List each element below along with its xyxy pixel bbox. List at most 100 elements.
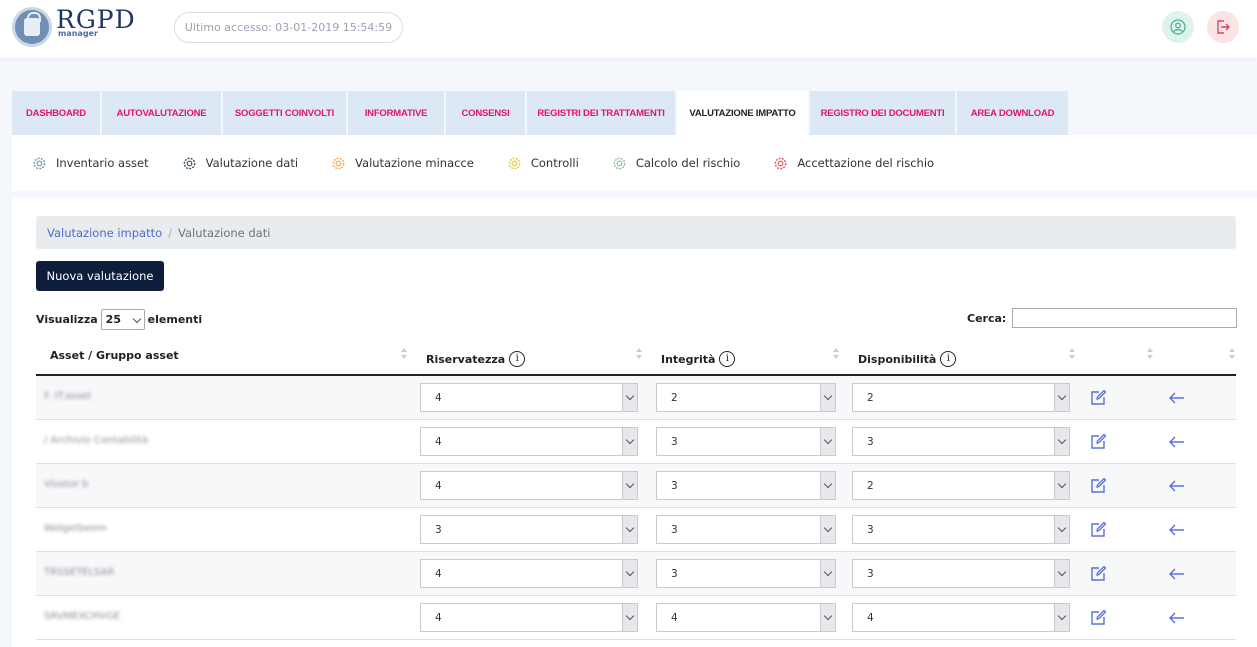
page-length-control: Visualizza 25 elementi	[36, 309, 202, 330]
sort-icon[interactable]	[636, 348, 642, 360]
subnav-valutazione-minacce[interactable]: Valutazione minacce	[331, 156, 474, 171]
asset-name: TRSSETELSAR	[44, 567, 115, 578]
edit-icon[interactable]	[1089, 565, 1107, 583]
gear-icon	[508, 157, 521, 169]
riservatezza-select[interactable]: 4	[420, 603, 638, 632]
asset-name: / Archivio Contabilità	[44, 435, 149, 446]
tab-registri-dei-trattamenti[interactable]: REGISTRI DEI TRATTAMENTI	[527, 91, 675, 135]
tab-dashboard[interactable]: DASHBOARD	[12, 91, 100, 135]
chevron-down-icon	[820, 472, 835, 499]
chevron-down-icon	[1054, 516, 1069, 543]
length-prefix: Visualizza	[36, 313, 98, 326]
gear-icon	[774, 157, 787, 169]
chevron-down-icon	[820, 384, 835, 411]
edit-icon[interactable]	[1089, 609, 1107, 627]
sort-icon[interactable]	[1147, 348, 1153, 360]
breadcrumb-parent-link[interactable]: Valutazione impatto	[47, 226, 162, 240]
riservatezza-select[interactable]: 4	[420, 383, 638, 412]
info-icon[interactable]: i	[509, 351, 526, 367]
info-icon[interactable]: i	[940, 351, 957, 367]
integrita-select[interactable]: 3	[656, 471, 836, 500]
chevron-down-icon	[820, 604, 835, 631]
subnav-inventario-asset[interactable]: Inventario asset	[32, 156, 149, 171]
subnav-label: Calcolo del rischio	[635, 156, 741, 170]
riservatezza-select[interactable]: 4	[420, 427, 638, 456]
subnav-label: Accettazione del rischio	[797, 156, 935, 170]
chevron-down-icon	[622, 516, 637, 543]
edit-icon[interactable]	[1089, 433, 1107, 451]
top-header: RGPD manager Ultimo accesso: 03-01-2019 …	[0, 0, 1257, 58]
column-header-disponibilita[interactable]: Disponibilità i	[858, 340, 957, 378]
subnav-accettazione-del-rischio[interactable]: Accettazione del rischio	[773, 156, 934, 171]
gear-icon	[33, 157, 46, 169]
tab-informative[interactable]: INFORMATIVE	[348, 91, 444, 135]
page-length-value: 25	[105, 313, 121, 326]
subnav-label: Valutazione minacce	[355, 156, 474, 170]
subnav-valutazione-dati[interactable]: Valutazione dati	[182, 156, 298, 171]
subnav-calcolo-del-rischio[interactable]: Calcolo del rischio	[612, 156, 741, 171]
subnav-controlli[interactable]: Controlli	[507, 156, 579, 171]
tab-area-download[interactable]: AREA DOWNLOAD	[957, 91, 1068, 135]
chevron-down-icon	[1054, 560, 1069, 587]
disponibilita-select[interactable]: 2	[852, 471, 1070, 500]
breadcrumb: Valutazione impatto / Valutazione dati	[36, 216, 1236, 249]
gear-icon	[332, 157, 345, 169]
table-search: Cerca:	[967, 308, 1238, 328]
table-row: / Archivio Contabilità 4 3 3	[36, 420, 1236, 464]
sort-icon[interactable]	[833, 348, 839, 360]
disponibilita-select[interactable]: 3	[852, 559, 1070, 588]
arrow-left-icon[interactable]	[1168, 477, 1186, 495]
chevron-down-icon	[1054, 384, 1069, 411]
search-input[interactable]	[1012, 308, 1238, 328]
subnav-label: Valutazione dati	[205, 156, 299, 170]
info-icon[interactable]: i	[719, 351, 736, 367]
chevron-down-icon	[1054, 472, 1069, 499]
chevron-down-icon	[622, 604, 637, 631]
breadcrumb-separator: /	[168, 225, 173, 240]
sort-icon[interactable]	[1229, 348, 1235, 360]
arrow-left-icon[interactable]	[1168, 389, 1186, 407]
sort-icon[interactable]	[1069, 348, 1075, 360]
riservatezza-select[interactable]: 3	[420, 515, 638, 544]
disponibilita-select[interactable]: 4	[852, 603, 1070, 632]
disponibilita-select[interactable]: 3	[852, 515, 1070, 544]
tab-registro-dei-documenti[interactable]: REGISTRO DEI DOCUMENTI	[810, 91, 955, 135]
disponibilita-select[interactable]: 2	[852, 383, 1070, 412]
riservatezza-select[interactable]: 4	[420, 559, 638, 588]
table-row: Viostor b 4 3 2	[36, 464, 1236, 508]
integrita-select[interactable]: 3	[656, 515, 836, 544]
app-logo[interactable]: RGPD manager	[12, 7, 136, 47]
arrow-left-icon[interactable]	[1168, 565, 1186, 583]
integrita-select[interactable]: 4	[656, 603, 836, 632]
new-evaluation-button[interactable]: Nuova valutazione	[36, 261, 164, 291]
sort-icon[interactable]	[401, 348, 407, 360]
chevron-down-icon	[622, 384, 637, 411]
tab-consensi[interactable]: CONSENSI	[446, 91, 525, 135]
tab-autovalutazione[interactable]: AUTOVALUTAZIONE	[102, 91, 221, 135]
breadcrumb-current: Valutazione dati	[178, 225, 271, 240]
integrita-select[interactable]: 3	[656, 427, 836, 456]
arrow-left-icon[interactable]	[1168, 433, 1186, 451]
table-row: F. IT.ssset 4 2 2	[36, 376, 1236, 420]
arrow-left-icon[interactable]	[1168, 609, 1186, 627]
edit-icon[interactable]	[1089, 477, 1107, 495]
logout-button[interactable]	[1207, 11, 1239, 43]
integrita-select[interactable]: 3	[656, 559, 836, 588]
asset-name: Wolgetbeem	[44, 523, 108, 534]
riservatezza-select[interactable]: 4	[420, 471, 638, 500]
search-label: Cerca:	[967, 311, 1007, 325]
column-header-riservatezza[interactable]: Riservatezza i	[426, 340, 526, 378]
edit-icon[interactable]	[1089, 521, 1107, 539]
chevron-down-icon	[820, 560, 835, 587]
integrita-select[interactable]: 2	[656, 383, 836, 412]
edit-icon[interactable]	[1089, 389, 1107, 407]
disponibilita-select[interactable]: 3	[852, 427, 1070, 456]
tab-soggetti-coinvolti[interactable]: SOGGETTI COINVOLTI	[223, 91, 346, 135]
user-profile-button[interactable]	[1162, 11, 1194, 43]
chevron-down-icon	[622, 428, 637, 455]
arrow-left-icon[interactable]	[1168, 521, 1186, 539]
page-length-select[interactable]: 25	[100, 309, 145, 330]
column-header-integrita[interactable]: Integrità i	[661, 340, 736, 378]
tab-valutazione-impatto[interactable]: VALUTAZIONE IMPATTO	[677, 91, 808, 135]
column-header-asset[interactable]: Asset / Gruppo asset	[50, 336, 179, 374]
